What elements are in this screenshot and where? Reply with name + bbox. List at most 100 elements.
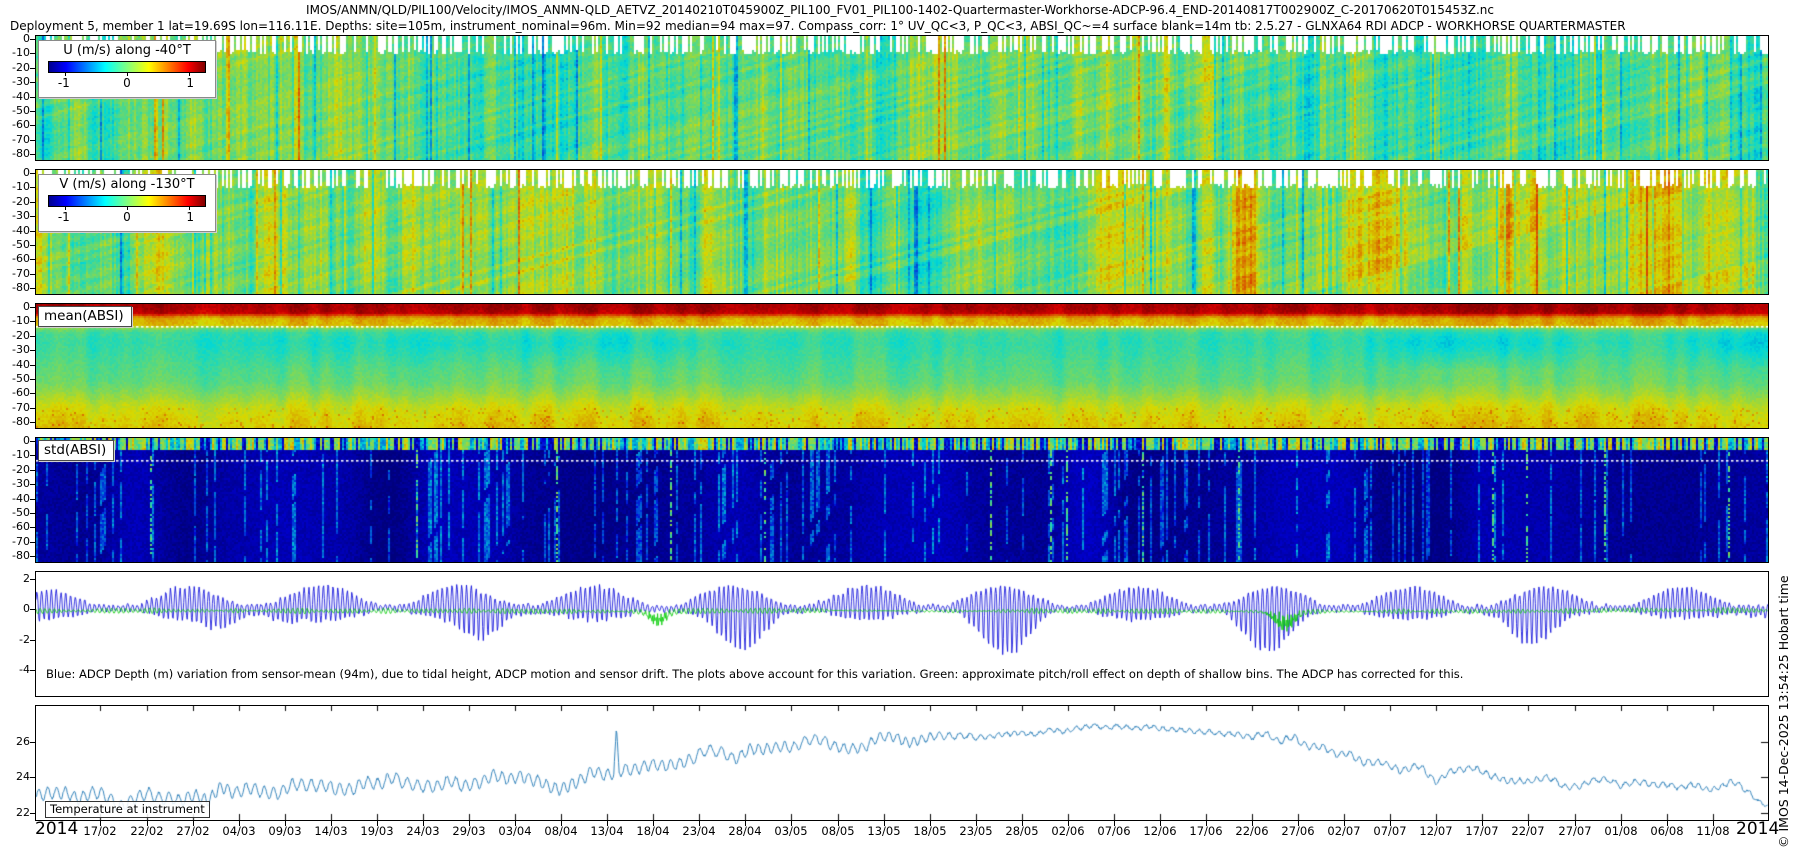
panel-u-velocity xyxy=(35,35,1769,161)
colorbar-title-v: V (m/s) along -130°T xyxy=(39,175,215,192)
colorbar-legend-v: V (m/s) along -130°T -1 0 1 xyxy=(38,174,216,232)
depth-panel3-ytick-label: -70 xyxy=(0,535,30,548)
temperature-ytick-label: 22 xyxy=(0,806,30,819)
depth-panel1-ytick xyxy=(30,173,35,174)
imos-watermark: © IMOS 14-Dec-2025 13:54:25 Hobart time xyxy=(1776,378,1791,848)
depth-panel3-ytick xyxy=(30,556,35,557)
x-axis-date-label: 19/03 xyxy=(354,824,400,838)
depth-panel1-ytick-label: -30 xyxy=(0,209,30,222)
x-axis-date-label: 13/05 xyxy=(861,824,907,838)
depth-panel0-ytick xyxy=(30,82,35,83)
depth-panel2-ytick-label: -80 xyxy=(0,415,30,428)
colorbar-tick-labels: -1 0 1 xyxy=(48,75,206,91)
depth-panel0-ytick-label: -10 xyxy=(0,46,30,59)
x-axis-date-label: 18/04 xyxy=(630,824,676,838)
depth-panel1-ytick xyxy=(30,274,35,275)
depth-panel0-ytick xyxy=(30,111,35,112)
depth-variation-ytick-label: -2 xyxy=(0,633,30,646)
depth-panel3-ytick xyxy=(30,484,35,485)
x-axis-date-label: 12/07 xyxy=(1413,824,1459,838)
depth-panel2-ytick-label: 0 xyxy=(0,300,30,313)
depth-panel3-ytick-label: -80 xyxy=(0,549,30,562)
colorbar-tick-label: 1 xyxy=(186,76,194,90)
x-axis-date-label: 17/02 xyxy=(77,824,123,838)
x-axis-date-label: 29/03 xyxy=(446,824,492,838)
panel-mean-absi xyxy=(35,303,1769,429)
depth-panel0-ytick-label: -50 xyxy=(0,104,30,117)
colorbar-title-u: U (m/s) along -40°T xyxy=(39,41,215,58)
x-axis-date-label: 08/05 xyxy=(815,824,861,838)
depth-panel2-ytick-label: -70 xyxy=(0,401,30,414)
x-axis-date-label: 27/07 xyxy=(1552,824,1598,838)
depth-panel0-ytick xyxy=(30,97,35,98)
depth-panel2-ytick-label: -20 xyxy=(0,329,30,342)
depth-panel3-ytick xyxy=(30,499,35,500)
depth-panel0-ytick xyxy=(30,53,35,54)
depth-panel2-ytick-label: -50 xyxy=(0,372,30,385)
depth-panel1-ytick-label: -10 xyxy=(0,180,30,193)
x-axis-date-label: 06/08 xyxy=(1644,824,1690,838)
x-axis-date-label: 12/06 xyxy=(1137,824,1183,838)
depth-panel0-ytick xyxy=(30,140,35,141)
mean-absi-heatmap xyxy=(36,304,1768,428)
depth-panel3-ytick-label: -30 xyxy=(0,477,30,490)
depth-panel1-ytick xyxy=(30,231,35,232)
x-axis-date-label: 24/03 xyxy=(400,824,446,838)
x-axis-date-label: 22/02 xyxy=(124,824,170,838)
year-label-right: 2014 xyxy=(1736,819,1779,839)
depth-panel1-ytick xyxy=(30,202,35,203)
x-axis-date-label: 23/05 xyxy=(953,824,999,838)
depth-panel3-ytick-label: -60 xyxy=(0,520,30,533)
x-axis-date-label: 08/04 xyxy=(538,824,584,838)
x-axis-date-label: 27/06 xyxy=(1275,824,1321,838)
colorbar-tick-label: 0 xyxy=(123,76,131,90)
x-axis-date-label: 03/05 xyxy=(768,824,814,838)
depth-panel2-ytick-label: -10 xyxy=(0,314,30,327)
depth-panel3-ytick-label: -50 xyxy=(0,506,30,519)
depth-panel1-ytick-label: 0 xyxy=(0,166,30,179)
x-axis-date-label: 18/05 xyxy=(907,824,953,838)
temperature-plot xyxy=(36,706,1768,820)
depth-panel0-ytick-label: -40 xyxy=(0,90,30,103)
depth-panel0-ytick xyxy=(30,68,35,69)
depth-panel2-ytick-label: -60 xyxy=(0,386,30,399)
depth-panel0-ytick-label: -60 xyxy=(0,118,30,131)
x-axis-date-label: 02/06 xyxy=(1045,824,1091,838)
panel-std-absi xyxy=(35,437,1769,563)
jet-colorbar xyxy=(48,61,206,73)
x-axis-date-label: 13/04 xyxy=(584,824,630,838)
depth-panel3-ytick xyxy=(30,455,35,456)
colorbar-legend-u: U (m/s) along -40°T -1 0 1 xyxy=(38,40,216,98)
depth-panel3-ytick xyxy=(30,527,35,528)
panel-v-velocity xyxy=(35,169,1769,295)
jet-colorbar xyxy=(48,195,206,207)
depth-panel1-ytick-label: -50 xyxy=(0,238,30,251)
depth-panel2-ytick xyxy=(30,321,35,322)
depth-panel0-ytick-label: -20 xyxy=(0,61,30,74)
x-axis-date-label: 23/04 xyxy=(676,824,722,838)
depth-variation-ytick-label: 0 xyxy=(0,602,30,615)
depth-panel1-ytick-label: -60 xyxy=(0,252,30,265)
depth-panel0-ytick-label: -80 xyxy=(0,147,30,160)
depth-panel3-ytick-label: -40 xyxy=(0,492,30,505)
temperature-ytick xyxy=(30,777,35,778)
depth-panel3-ytick-label: -20 xyxy=(0,463,30,476)
x-axis-date-label: 11/08 xyxy=(1690,824,1736,838)
x-axis-date-label: 27/02 xyxy=(170,824,216,838)
x-axis-date-label: 28/04 xyxy=(722,824,768,838)
depth-panel2-ytick xyxy=(30,365,35,366)
temperature-ytick xyxy=(30,813,35,814)
depth-panel2-ytick xyxy=(30,350,35,351)
depth-panel3-ytick xyxy=(30,513,35,514)
depth-panel0-ytick-label: 0 xyxy=(0,32,30,45)
depth-panel2-ytick xyxy=(30,422,35,423)
depth-panel3-ytick xyxy=(30,470,35,471)
x-axis-date-label: 03/04 xyxy=(492,824,538,838)
depth-panel0-ytick xyxy=(30,125,35,126)
x-axis-date-label: 28/05 xyxy=(999,824,1045,838)
depth-panel0-ytick-label: -30 xyxy=(0,75,30,88)
depth-panel2-ytick xyxy=(30,307,35,308)
page-subtitle: Deployment 5, member 1 lat=19.69S lon=11… xyxy=(10,19,1800,33)
panel-temperature xyxy=(35,705,1769,821)
depth-panel1-ytick xyxy=(30,288,35,289)
